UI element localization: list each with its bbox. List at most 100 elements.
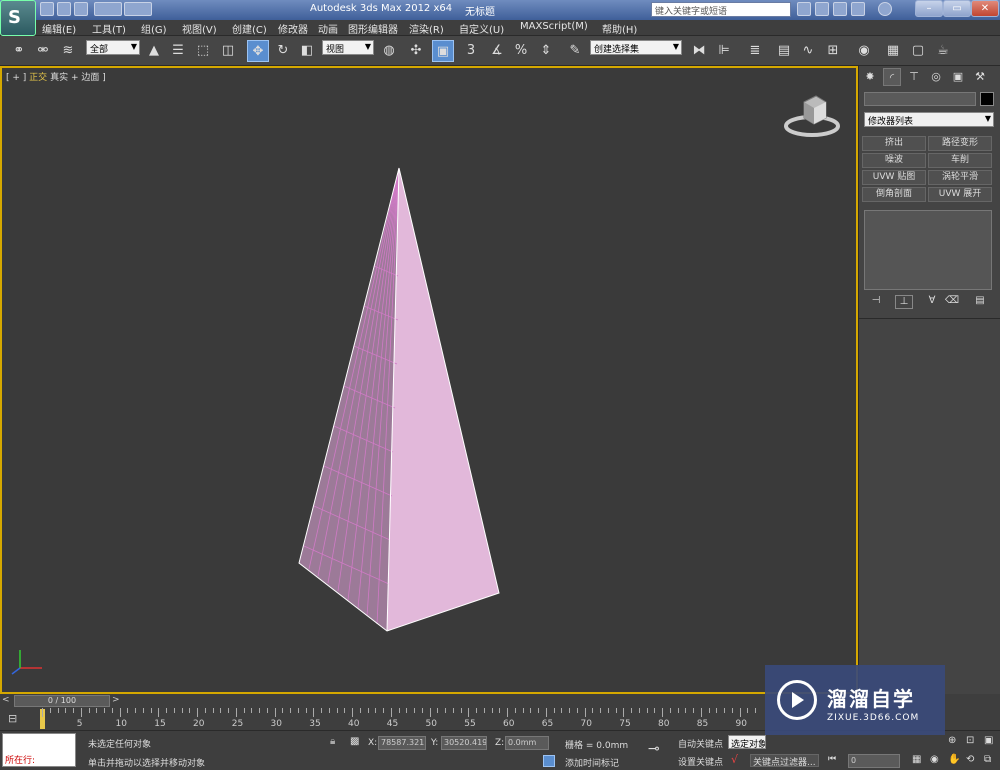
absolute-mode-icon[interactable]: ▩ <box>350 736 359 747</box>
restore-button[interactable]: ▭ <box>943 0 971 17</box>
material-editor-icon[interactable]: ◉ <box>853 40 875 62</box>
zoom-all-icon[interactable]: ⊕ <box>948 735 956 746</box>
save-file-icon[interactable] <box>74 2 88 16</box>
modifier-button-uvw-map[interactable]: UVW 贴图 <box>862 170 926 185</box>
open-file-icon[interactable] <box>57 2 71 16</box>
remove-modifier-icon[interactable]: ⌫ <box>943 295 961 309</box>
menu-tools[interactable]: 工具(T) <box>92 21 126 36</box>
schematic-view-icon[interactable]: ⊞ <box>822 40 844 62</box>
utilities-icon[interactable]: ⚒ <box>971 68 989 86</box>
help-icon[interactable] <box>878 2 892 16</box>
percent-snap-icon[interactable]: % <box>510 40 532 62</box>
key-icon[interactable]: ⊸ <box>648 741 660 757</box>
orbit-icon[interactable]: ⟲ <box>966 754 974 765</box>
menu-maxscript[interactable]: MAXScript(M) <box>520 21 588 32</box>
motion-icon[interactable]: ◎ <box>927 68 945 86</box>
rectangular-selection-icon[interactable]: ⬚ <box>192 40 214 62</box>
set-key-button[interactable]: 设置关键点 <box>678 755 723 768</box>
y-coordinate-field[interactable]: 30520.419 <box>441 736 487 750</box>
x-coordinate-field[interactable]: 78587.321 <box>378 736 426 750</box>
mirror-icon[interactable]: ⧓ <box>688 40 710 62</box>
slider-left-arrow-icon[interactable]: < <box>2 695 10 705</box>
modify-icon[interactable]: ◜ <box>883 68 901 86</box>
select-object-icon[interactable]: ▲ <box>143 40 165 62</box>
modifier-button-noise[interactable]: 噪波 <box>862 153 926 168</box>
modifier-list-dropdown[interactable]: 修改器列表 ▼ <box>864 112 994 127</box>
menu-graph-editors[interactable]: 图形编辑器 <box>348 21 398 36</box>
align-icon[interactable]: ⊫ <box>713 40 735 62</box>
select-manipulate-icon[interactable]: ✣ <box>405 40 427 62</box>
redo-icon[interactable] <box>124 2 152 16</box>
render-teapot-icon[interactable]: ☕ <box>932 40 954 62</box>
selection-set-dropdown[interactable]: 选定对象 <box>728 735 766 749</box>
create-icon[interactable]: ✸ <box>861 68 879 86</box>
make-unique-icon[interactable]: ∀ <box>923 295 941 309</box>
menu-views[interactable]: 视图(V) <box>182 21 217 36</box>
key-filters-button[interactable]: 关键点过滤器... <box>750 754 819 768</box>
object-color-swatch[interactable] <box>980 92 994 106</box>
select-scale-icon[interactable]: ◧ <box>296 40 318 62</box>
minimize-button[interactable]: – <box>915 0 943 17</box>
hierarchy-icon[interactable]: ⊤ <box>905 68 923 86</box>
display-icon[interactable]: ▣ <box>949 68 967 86</box>
select-rotate-icon[interactable]: ↻ <box>272 40 294 62</box>
perspective-viewport[interactable]: [ + ] 正交 真实 + 边面 ] <box>0 66 858 694</box>
object-name-field[interactable] <box>864 92 976 106</box>
menu-edit[interactable]: 编辑(E) <box>42 21 76 36</box>
modifier-button-extrude[interactable]: 挤出 <box>862 136 926 151</box>
menu-help[interactable]: 帮助(H) <box>602 21 637 36</box>
graphite-ribbon-icon[interactable]: ▤ <box>773 40 795 62</box>
subscription-icon[interactable] <box>815 2 829 16</box>
pivot-center-icon[interactable]: ◍ <box>378 40 400 62</box>
render-setup-icon[interactable]: ▦ <box>882 40 904 62</box>
communication-icon[interactable] <box>833 2 847 16</box>
modifier-button-lathe[interactable]: 车削 <box>928 153 992 168</box>
render-frame-icon[interactable]: ▢ <box>907 40 929 62</box>
select-by-name-icon[interactable]: ☰ <box>167 40 189 62</box>
pan-view-icon[interactable]: ✋ <box>948 754 960 765</box>
modifier-button-path-deform[interactable]: 路径变形 <box>928 136 992 151</box>
slider-right-arrow-icon[interactable]: > <box>112 695 120 705</box>
show-end-result-icon[interactable]: ⊥ <box>895 295 913 309</box>
field-of-view-icon[interactable]: ▣ <box>984 735 993 746</box>
menu-group[interactable]: 组(G) <box>141 21 167 36</box>
undo-icon[interactable] <box>94 2 122 16</box>
menu-create[interactable]: 创建(C) <box>232 21 267 36</box>
key-tangent-icon[interactable]: √ <box>731 753 738 766</box>
selection-filter-dropdown[interactable]: 全部 ▼ <box>86 40 140 55</box>
menu-customize[interactable]: 自定义(U) <box>459 21 504 36</box>
keyboard-shortcut-override-icon[interactable]: ▣ <box>432 40 454 62</box>
z-coordinate-field[interactable]: 0.0mm <box>505 736 549 750</box>
snaps-toggle-icon[interactable]: 3 <box>460 40 482 62</box>
auto-key-button[interactable]: 自动关键点 <box>678 737 723 750</box>
go-to-start-icon[interactable]: ⏮ <box>828 754 836 764</box>
modifier-button-unwrap-uvw[interactable]: UVW 展开 <box>928 187 992 202</box>
link-icon[interactable]: ⚭ <box>8 40 30 62</box>
zoom-extents-all-icon[interactable]: ⊡ <box>966 735 974 746</box>
modifier-button-turbosmooth[interactable]: 涡轮平滑 <box>928 170 992 185</box>
angle-snap-icon[interactable]: ∡ <box>486 40 508 62</box>
binoculars-icon[interactable] <box>797 2 811 16</box>
layer-manager-icon[interactable]: ≣ <box>744 40 766 62</box>
lock-selection-icon[interactable]: 🔒︎ <box>330 736 335 747</box>
time-slider[interactable]: 0 / 100 <box>14 695 110 707</box>
search-input[interactable]: 键入关键字或短语 <box>651 2 791 17</box>
time-config-icon[interactable]: ▦ <box>912 754 921 765</box>
new-file-icon[interactable] <box>40 2 54 16</box>
favorites-star-icon[interactable] <box>851 2 865 16</box>
select-move-icon[interactable]: ✥ <box>247 40 269 62</box>
zoom-extents-icon[interactable]: ◉ <box>930 754 939 765</box>
curve-editor-icon[interactable]: ∿ <box>797 40 819 62</box>
maximize-viewport-icon[interactable]: ⧉ <box>984 754 991 765</box>
pyramid-object[interactable] <box>2 68 856 692</box>
pin-stack-icon[interactable]: ⊣ <box>867 295 885 309</box>
spinner-snap-icon[interactable]: ⇕ <box>535 40 557 62</box>
modifier-stack[interactable] <box>864 210 992 290</box>
menu-rendering[interactable]: 渲染(R) <box>409 21 444 36</box>
configure-modifier-sets-icon[interactable]: ▤ <box>971 295 989 309</box>
menu-modifiers[interactable]: 修改器 <box>278 21 308 36</box>
modifier-button-bevel-profile[interactable]: 倒角剖面 <box>862 187 926 202</box>
window-crossing-icon[interactable]: ◫ <box>217 40 239 62</box>
application-menu-button[interactable]: S <box>0 0 36 36</box>
current-frame-field[interactable]: 0 <box>848 754 900 768</box>
